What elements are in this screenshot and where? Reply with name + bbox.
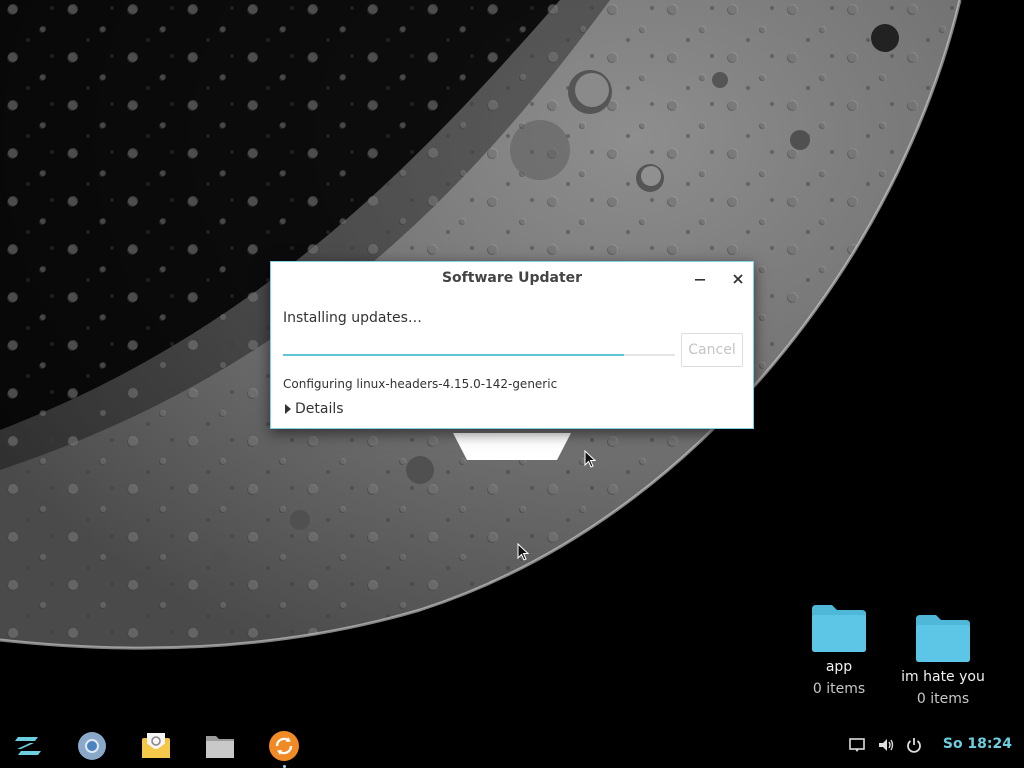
- desktop-folder-count: 0 items: [812, 681, 866, 697]
- notifications-icon[interactable]: [848, 736, 866, 754]
- install-progress-bar: [283, 354, 675, 356]
- volume-icon[interactable]: [877, 736, 895, 754]
- clock[interactable]: So 18:24: [943, 736, 1012, 752]
- folder-icon: [916, 615, 970, 662]
- progress-fill: [283, 354, 625, 356]
- zorin-menu-button[interactable]: [12, 730, 44, 762]
- status-text: Installing updates…: [283, 310, 422, 326]
- minimize-button[interactable]: [689, 268, 711, 290]
- software-updater-button[interactable]: [268, 730, 300, 762]
- close-button[interactable]: [727, 268, 749, 290]
- window-ghost: [453, 433, 571, 460]
- software-updater-dialog: Software Updater Installing updates… Can…: [270, 261, 754, 429]
- cancel-button[interactable]: Cancel: [681, 333, 743, 367]
- minimize-icon: [695, 279, 705, 281]
- chromium-icon: [78, 732, 106, 760]
- desktop-folder-app[interactable]: app 0 items: [784, 603, 894, 697]
- configuring-text: Configuring linux-headers-4.15.0-142-gen…: [283, 377, 558, 391]
- chromium-button[interactable]: [76, 730, 108, 762]
- desktop-folder-name: app: [825, 659, 853, 675]
- details-label: Details: [295, 401, 344, 417]
- mail-icon: [142, 733, 170, 758]
- files-button[interactable]: [204, 730, 236, 762]
- folder-icon: [812, 605, 866, 652]
- mail-button[interactable]: [140, 730, 172, 762]
- dialog-titlebar[interactable]: Software Updater: [271, 262, 753, 296]
- dialog-title: Software Updater: [441, 270, 583, 286]
- expander-arrow-icon: [285, 404, 291, 414]
- taskbar: So 18:24: [0, 722, 1024, 768]
- software-updater-icon: [269, 731, 299, 761]
- files-icon: [206, 736, 234, 758]
- power-icon[interactable]: [905, 736, 923, 754]
- desktop-folder-name: im hate you: [901, 669, 985, 685]
- close-icon: [733, 274, 743, 284]
- zorin-menu-icon: [15, 737, 41, 755]
- mouse-cursor-icon: [584, 450, 596, 468]
- desktop-folder-count: 0 items: [916, 691, 970, 707]
- mouse-cursor-icon: [517, 543, 529, 561]
- desktop-folder-im-hate-you[interactable]: im hate you 0 items: [888, 613, 998, 707]
- details-expander[interactable]: Details: [285, 401, 344, 417]
